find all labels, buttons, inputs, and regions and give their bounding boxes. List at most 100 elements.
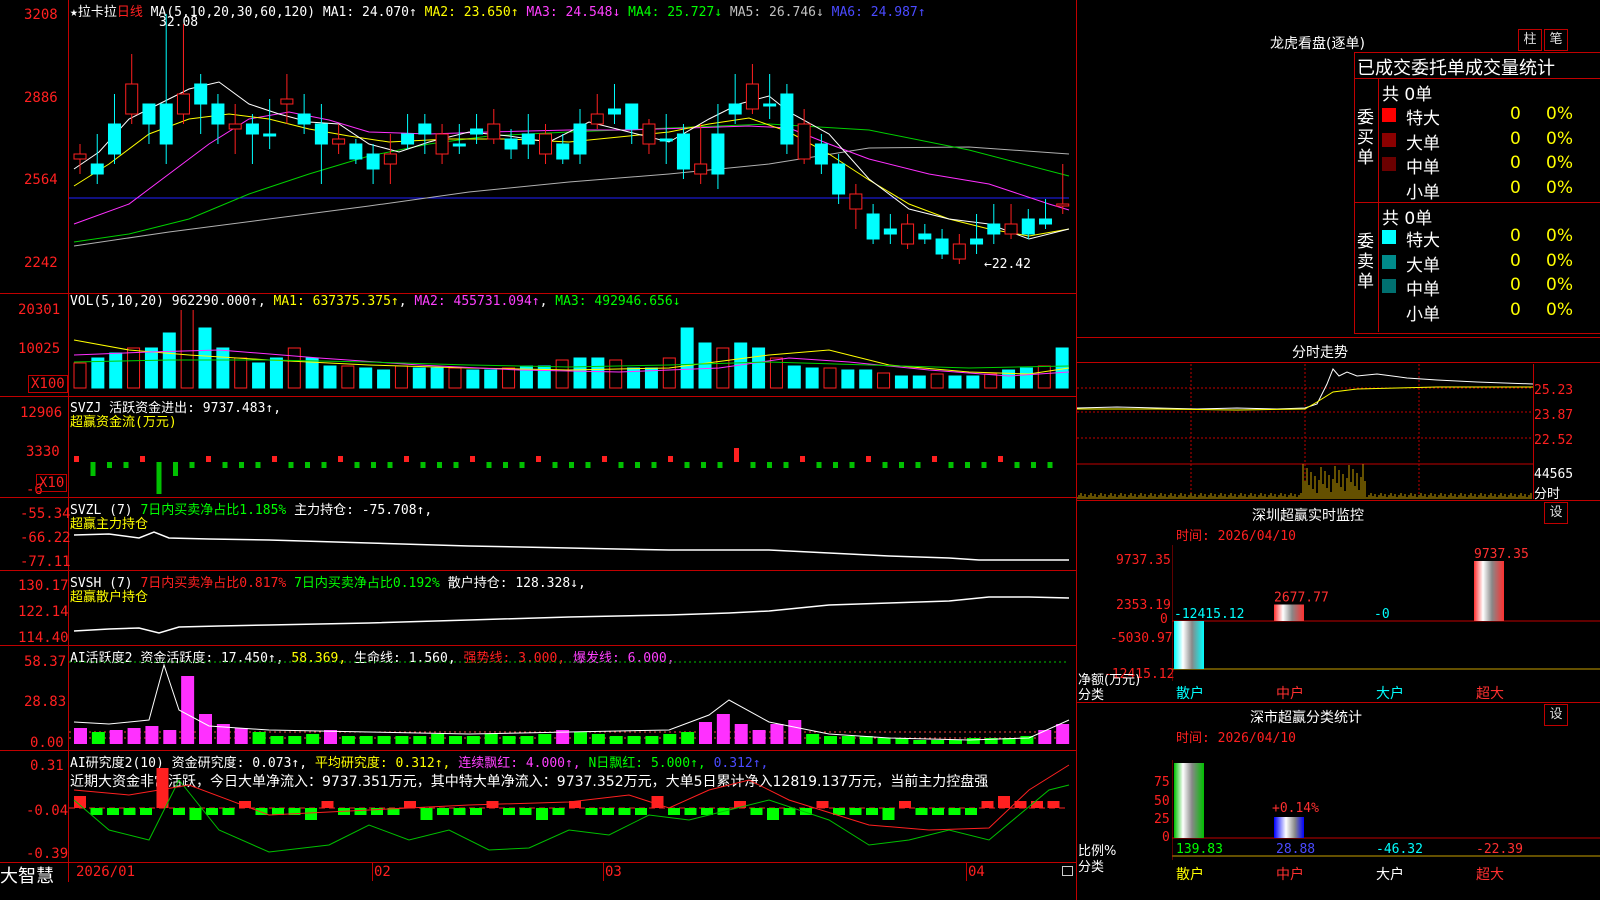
ai2-bar bbox=[899, 801, 911, 808]
tick-mode-button[interactable]: 笔 bbox=[1544, 29, 1568, 51]
sell-label: 委卖单 bbox=[1357, 232, 1374, 292]
candle-body bbox=[607, 108, 621, 115]
ai1-bar bbox=[752, 730, 766, 744]
sell-row-swatch bbox=[1382, 279, 1396, 293]
volume-bar bbox=[91, 357, 105, 389]
buy-row-count: 0 bbox=[1510, 153, 1521, 173]
volume-bar bbox=[394, 365, 408, 389]
svzj-bar bbox=[569, 462, 574, 468]
intraday-chart[interactable] bbox=[1077, 364, 1533, 499]
buy-row-name: 小单 bbox=[1406, 182, 1440, 203]
lock-icon[interactable] bbox=[1062, 866, 1073, 876]
ai2-bar bbox=[536, 808, 548, 820]
buy-label: 委买单 bbox=[1357, 108, 1374, 168]
svzl-ytick-3: -77.11 bbox=[20, 554, 71, 570]
ai1-bar bbox=[627, 736, 641, 744]
ai1-ytick-3: 0.00 bbox=[30, 735, 64, 751]
sell-row-name: 大单 bbox=[1406, 255, 1440, 276]
monitor-ytick-4: -5030.97 bbox=[1110, 631, 1173, 646]
sell-row-swatch bbox=[1382, 254, 1396, 269]
volume-bar bbox=[948, 375, 962, 389]
vol-label[interactable]: VOL(5,10,20) bbox=[70, 294, 164, 309]
ai2-bar bbox=[668, 808, 680, 815]
monitor-settings-button[interactable]: 设 bbox=[1544, 502, 1568, 524]
ai2-chart[interactable] bbox=[69, 760, 1075, 860]
ai1-chart[interactable] bbox=[69, 660, 1075, 748]
buy-row-pct: 0% bbox=[1546, 153, 1573, 173]
volume-chart[interactable] bbox=[69, 310, 1075, 390]
svzj-bar bbox=[783, 462, 789, 468]
volume-bar bbox=[377, 369, 391, 389]
ai1-bar bbox=[252, 732, 266, 744]
ai2-bar bbox=[684, 808, 697, 815]
ai2-bar bbox=[635, 808, 647, 815]
candle-body bbox=[970, 238, 984, 245]
volume-bar bbox=[609, 359, 623, 389]
ai1-bar bbox=[770, 724, 784, 744]
intraday-ytick-1: 25.23 bbox=[1534, 383, 1574, 398]
ai2-bar bbox=[519, 808, 532, 815]
ai1-bar bbox=[574, 732, 587, 744]
ai2-bar bbox=[470, 808, 482, 815]
buy-row-pct: 0% bbox=[1546, 128, 1573, 149]
brand-logo: 大智慧 bbox=[0, 866, 54, 887]
ai1-bar bbox=[609, 736, 623, 744]
candle-body bbox=[349, 143, 363, 160]
classify-bar-1 bbox=[1174, 763, 1204, 838]
candle-body bbox=[228, 123, 242, 130]
svsh-desc3: 散户持仓: 128.328↓, bbox=[447, 576, 586, 591]
monitor-bar-label: 9737.35 bbox=[1474, 547, 1529, 562]
svzj-bar bbox=[140, 456, 145, 462]
volume-bar bbox=[555, 359, 569, 389]
candle-body bbox=[539, 133, 553, 155]
classify-settings-button[interactable]: 设 bbox=[1544, 704, 1568, 726]
ai1-bar bbox=[109, 730, 123, 744]
buy-total: 共 0单 bbox=[1382, 85, 1433, 105]
candlestick-chart[interactable]: 32.08 ←22.42 bbox=[69, 14, 1075, 292]
svzj-bar bbox=[338, 456, 343, 462]
ai2-bar bbox=[404, 801, 416, 808]
sell-row-name: 小单 bbox=[1406, 304, 1440, 325]
candle-body bbox=[366, 153, 380, 170]
bar-mode-button[interactable]: 柱 bbox=[1518, 29, 1542, 51]
ai1-bar bbox=[502, 736, 516, 744]
svzj-bar bbox=[173, 462, 178, 476]
ai2-bar bbox=[618, 808, 631, 815]
svzj-bar bbox=[618, 462, 624, 468]
candle-body bbox=[142, 103, 156, 125]
intraday-title: 分时走势 bbox=[1292, 345, 1348, 361]
candle-body bbox=[745, 83, 759, 110]
svzl-chart[interactable] bbox=[69, 520, 1075, 568]
ai2-bar bbox=[107, 808, 119, 815]
ma5-line bbox=[73, 146, 1070, 247]
volume-bar bbox=[752, 347, 766, 389]
buy-row-name: 大单 bbox=[1406, 133, 1440, 154]
candle-body bbox=[780, 93, 794, 145]
svzj-bar bbox=[156, 462, 162, 494]
svzj-bar bbox=[288, 462, 294, 468]
svzl-desc1: 7日内买卖净占比1.185% bbox=[140, 503, 287, 518]
candle-body bbox=[659, 138, 673, 142]
ai1-bar bbox=[663, 734, 677, 744]
ai1-bar bbox=[484, 734, 498, 744]
candle-body bbox=[504, 138, 518, 150]
ai1-bar bbox=[877, 738, 891, 744]
classify-ytick-1: 75 bbox=[1154, 775, 1170, 790]
ai1-bar bbox=[466, 736, 480, 744]
candle-body bbox=[1004, 223, 1018, 235]
ai2-bar bbox=[503, 808, 515, 815]
monitor-category-label: 散户 bbox=[1176, 686, 1204, 702]
candle-body bbox=[211, 103, 225, 125]
ai2-bar bbox=[453, 808, 466, 815]
xaxis-label-3: 03 bbox=[605, 864, 622, 880]
svzj-chart[interactable] bbox=[69, 430, 1075, 496]
sell-row-name: 中单 bbox=[1406, 280, 1440, 300]
monitor-category-label: 大户 bbox=[1376, 686, 1404, 702]
candle-body bbox=[901, 223, 915, 245]
monitor-bar-chart[interactable]: -12415.12 2677.77 -0 9737.35 bbox=[1172, 545, 1600, 681]
ai1-bar bbox=[538, 734, 552, 744]
svzj-bar bbox=[602, 456, 607, 462]
svsh-chart[interactable] bbox=[69, 595, 1075, 643]
classify-value-label: 28.88 bbox=[1276, 842, 1316, 857]
candle-body bbox=[401, 133, 415, 145]
